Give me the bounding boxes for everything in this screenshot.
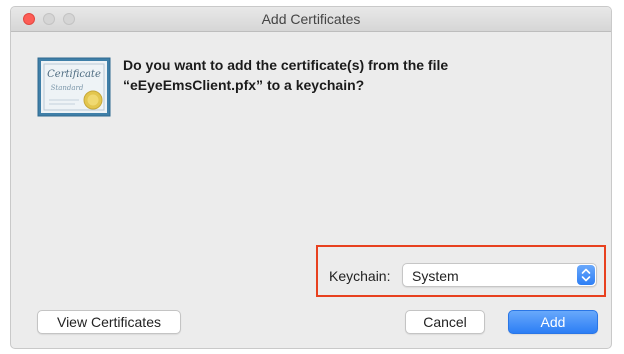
window-title: Add Certificates	[261, 11, 361, 27]
certificate-icon-subtitle: Standard	[51, 84, 84, 92]
add-certificates-dialog: Add Certificates Certificate Standard Do…	[10, 6, 612, 349]
keychain-selected-value: System	[412, 268, 459, 284]
cancel-button[interactable]: Cancel	[405, 310, 485, 334]
title-bar[interactable]: Add Certificates	[11, 7, 611, 32]
dialog-message-line-2: “eEyeEmsClient.pfx” to a keychain?	[123, 77, 365, 93]
view-certificates-button[interactable]: View Certificates	[37, 310, 181, 334]
certificate-icon: Certificate Standard	[37, 57, 111, 117]
up-down-chevron-icon[interactable]	[577, 265, 595, 285]
dialog-message: Do you want to add the certificate(s) fr…	[123, 55, 583, 95]
keychain-select[interactable]: System	[402, 263, 597, 287]
keychain-label: Keychain:	[329, 268, 391, 284]
certificate-icon-title: Certificate	[47, 69, 101, 80]
add-button[interactable]: Add	[508, 310, 598, 334]
dialog-message-line-1: Do you want to add the certificate(s) fr…	[123, 57, 449, 73]
